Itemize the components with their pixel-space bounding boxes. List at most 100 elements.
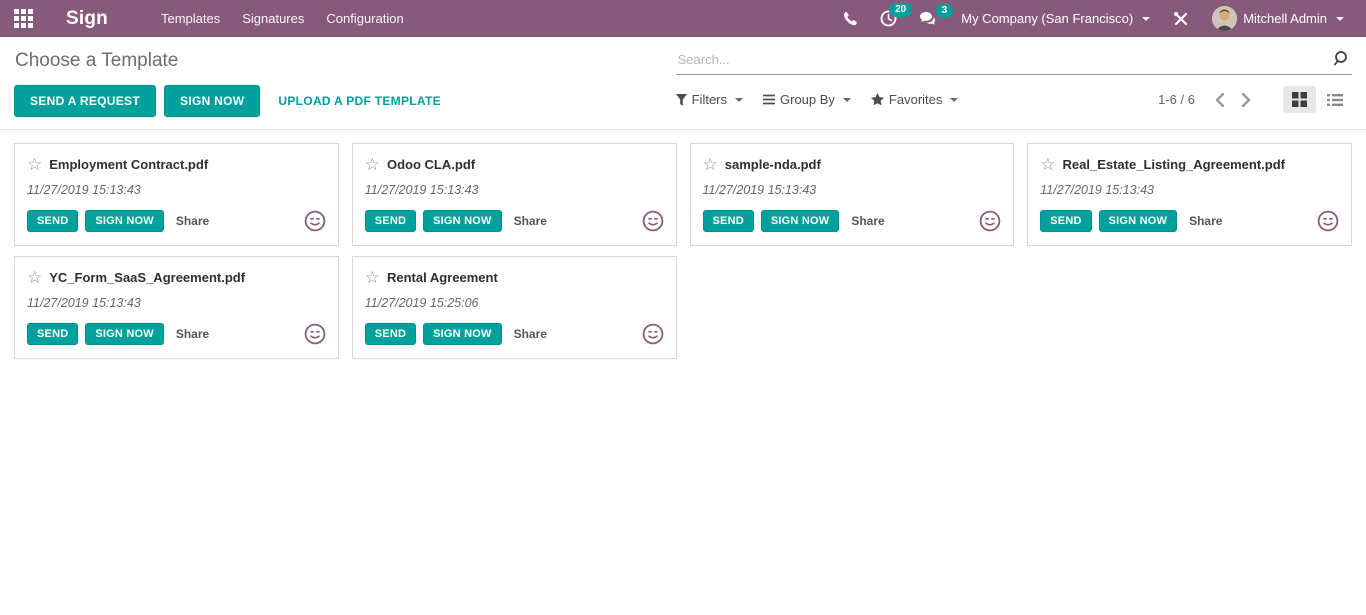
favorite-star-icon[interactable]: ☆ <box>27 156 42 173</box>
chevron-left-icon <box>1215 92 1225 107</box>
user-name: Mitchell Admin <box>1243 11 1327 26</box>
kanban-view-icon <box>1291 92 1307 107</box>
template-date: 11/27/2019 15:13:43 <box>1040 183 1155 197</box>
template-title[interactable]: YC_Form_SaaS_Agreement.pdf <box>49 270 245 285</box>
topbar-menu: Templates Signatures Configuration <box>150 1 415 36</box>
search-bar <box>675 46 1352 75</box>
control-panel-right: Filters Group By <box>670 46 1352 117</box>
template-title[interactable]: sample-nda.pdf <box>725 157 821 172</box>
search-input[interactable] <box>675 46 1352 75</box>
template-card[interactable]: ☆ YC_Form_SaaS_Agreement.pdf 11/27/2019 … <box>14 256 339 359</box>
smiley-icon <box>642 323 664 345</box>
company-switcher[interactable]: My Company (San Francisco) <box>951 5 1160 32</box>
send-button[interactable]: SEND <box>364 323 417 345</box>
card-footer: SEND SIGN NOW Share <box>1040 210 1339 232</box>
filter-icon <box>675 93 687 106</box>
app-name[interactable]: Sign <box>66 8 108 30</box>
apps-grid-icon <box>13 9 33 28</box>
pager: 1-6 / 6 <box>1158 91 1257 109</box>
template-date: 11/27/2019 15:13:43 <box>702 183 817 197</box>
sign-now-button[interactable]: SIGN NOW <box>423 210 502 232</box>
voip-button[interactable] <box>833 3 867 35</box>
send-request-button[interactable]: SEND A REQUEST <box>14 85 156 117</box>
send-button[interactable]: SEND <box>702 210 754 232</box>
view-switcher <box>1282 86 1352 113</box>
template-card[interactable]: ☆ Real_Estate_Listing_Agreement.pdf 11/2… <box>1027 143 1352 246</box>
search-button[interactable] <box>1331 48 1352 69</box>
share-button[interactable]: Share <box>514 327 547 341</box>
favorites-dropdown[interactable]: Favorites <box>870 92 959 107</box>
menu-item-configuration[interactable]: Configuration <box>315 1 414 36</box>
filters-dropdown[interactable]: Filters <box>675 92 743 107</box>
favorite-star-icon[interactable]: ☆ <box>27 269 42 286</box>
chevron-down-icon <box>950 97 959 102</box>
apps-menu-button[interactable] <box>0 0 46 37</box>
card-header: ☆ Rental Agreement <box>365 269 664 286</box>
pager-previous-button[interactable] <box>1209 91 1231 109</box>
share-button[interactable]: Share <box>176 327 209 341</box>
smiley-icon <box>642 210 664 232</box>
group-by-icon <box>763 94 775 105</box>
template-title[interactable]: Rental Agreement <box>387 270 498 285</box>
sign-now-button[interactable]: SIGN NOW <box>760 210 840 232</box>
favorite-star-icon[interactable]: ☆ <box>703 156 718 173</box>
activities-button[interactable]: 20 <box>871 2 913 35</box>
template-title[interactable]: Real_Estate_Listing_Agreement.pdf <box>1063 157 1286 172</box>
activity-smiley-button[interactable] <box>979 210 1001 232</box>
card-header: ☆ Employment Contract.pdf <box>27 156 326 173</box>
sign-now-button[interactable]: SIGN NOW <box>1098 210 1178 232</box>
card-footer: SEND SIGN NOW Share <box>702 210 1002 232</box>
smiley-icon <box>304 210 326 232</box>
messages-button[interactable]: 3 <box>910 3 954 35</box>
activity-smiley-button[interactable] <box>642 323 664 345</box>
template-title[interactable]: Odoo CLA.pdf <box>387 157 475 172</box>
wrench-icon <box>1173 11 1189 27</box>
activity-smiley-button[interactable] <box>304 210 326 232</box>
template-date: 11/27/2019 15:13:43 <box>27 296 141 310</box>
kanban-view-button[interactable] <box>1282 86 1316 113</box>
template-title[interactable]: Employment Contract.pdf <box>49 157 208 172</box>
favorites-star-icon <box>870 93 884 106</box>
template-card[interactable]: ☆ Odoo CLA.pdf 11/27/2019 15:13:43 SEND … <box>351 143 677 246</box>
chevron-right-icon <box>1241 92 1251 107</box>
template-card[interactable]: ☆ Rental Agreement 11/27/2019 15:25:06 S… <box>351 256 677 359</box>
favorite-star-icon[interactable]: ☆ <box>365 156 380 173</box>
template-card[interactable]: ☆ Employment Contract.pdf 11/27/2019 15:… <box>14 143 339 246</box>
share-button[interactable]: Share <box>1189 214 1222 228</box>
sign-now-button[interactable]: SIGN NOW <box>85 323 164 345</box>
chevron-down-icon <box>1336 16 1344 21</box>
upload-pdf-template-button[interactable]: UPLOAD A PDF TEMPLATE <box>268 86 451 116</box>
menu-item-signatures[interactable]: Signatures <box>231 1 315 36</box>
pager-next-button[interactable] <box>1235 91 1257 109</box>
group-by-dropdown[interactable]: Group By <box>763 92 851 107</box>
favorite-star-icon[interactable]: ☆ <box>365 269 380 286</box>
share-button[interactable]: Share <box>176 214 209 228</box>
list-view-button[interactable] <box>1318 87 1352 113</box>
card-footer: SEND SIGN NOW Share <box>364 323 664 345</box>
activity-smiley-button[interactable] <box>304 323 326 345</box>
send-button[interactable]: SEND <box>1040 210 1092 232</box>
sign-now-button[interactable]: SIGN NOW <box>164 85 261 117</box>
send-button[interactable]: SEND <box>27 210 79 232</box>
template-date: 11/27/2019 15:25:06 <box>364 296 479 310</box>
favorite-star-icon[interactable]: ☆ <box>1040 156 1055 173</box>
card-footer: SEND SIGN NOW Share <box>27 323 326 345</box>
systray: 20 3 My Company (San Francisco) Mitchell… <box>833 0 1354 37</box>
avatar <box>1212 6 1238 31</box>
share-button[interactable]: Share <box>851 214 884 228</box>
card-header: ☆ sample-nda.pdf <box>703 156 1002 173</box>
chevron-down-icon <box>1142 16 1151 21</box>
debug-tools-button[interactable] <box>1164 3 1198 35</box>
share-button[interactable]: Share <box>514 214 547 228</box>
activity-smiley-button[interactable] <box>1317 210 1339 232</box>
sign-now-button[interactable]: SIGN NOW <box>85 210 164 232</box>
sign-now-button[interactable]: SIGN NOW <box>423 323 502 345</box>
send-button[interactable]: SEND <box>27 323 79 345</box>
control-panel-buttons: SEND A REQUEST SIGN NOW UPLOAD A PDF TEM… <box>14 85 670 117</box>
activity-smiley-button[interactable] <box>642 210 664 232</box>
template-date: 11/27/2019 15:13:43 <box>364 183 479 197</box>
menu-item-templates[interactable]: Templates <box>150 1 231 36</box>
send-button[interactable]: SEND <box>364 210 417 232</box>
user-menu[interactable]: Mitchell Admin <box>1202 0 1354 37</box>
template-card[interactable]: ☆ sample-nda.pdf 11/27/2019 15:13:43 SEN… <box>689 143 1015 246</box>
